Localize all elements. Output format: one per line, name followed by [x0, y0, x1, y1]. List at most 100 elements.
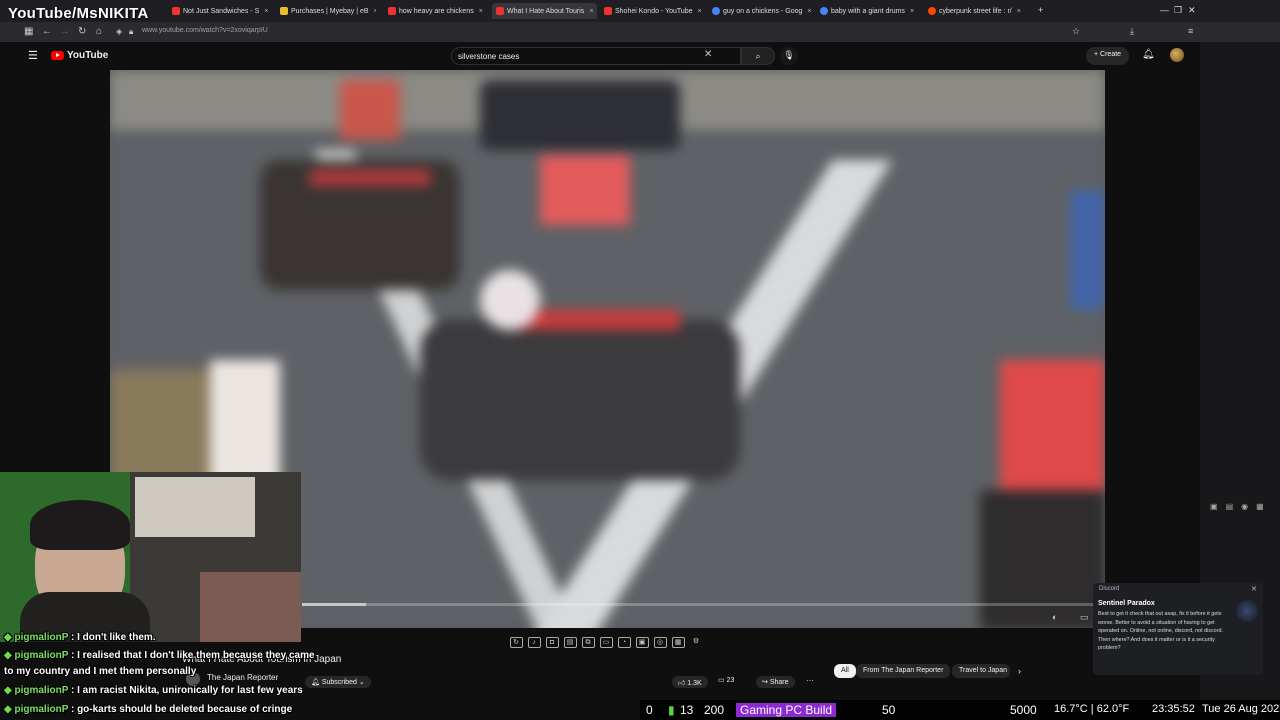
audio-icon[interactable]: ♪ — [527, 636, 541, 648]
chip-all[interactable]: All — [834, 664, 856, 678]
favicon-icon — [388, 7, 396, 15]
discord-notification[interactable]: Discord ✕ Sentinel Paradox Best to get i… — [1093, 583, 1263, 675]
chip-travel[interactable]: Travel to Japan — [952, 664, 1010, 678]
status-counter: 0 — [646, 703, 653, 717]
chat-text: to my country and I met them personally — [4, 666, 197, 677]
video-progress-bar[interactable] — [302, 603, 1105, 606]
stream-topic: Gaming PC Build — [736, 703, 837, 717]
chat-username: pigmalionP — [14, 632, 69, 643]
shield-icon[interactable]: ◈ — [116, 27, 122, 36]
tab-title: Shohei Kondo - YouTube — [615, 7, 693, 15]
new-tab-icon[interactable]: + — [1038, 5, 1043, 15]
discord-app-label: Discord — [1099, 586, 1120, 592]
close-icon[interactable]: ✕ — [1251, 585, 1257, 593]
clock-date: Tue 26 Aug 2025 — [1202, 703, 1280, 715]
close-tab-icon[interactable]: × — [264, 8, 268, 15]
browser-tab[interactable]: Purchases | Myebay | eB × — [276, 3, 376, 19]
share-button[interactable]: ↪ Share — [756, 676, 795, 688]
favicon-icon — [280, 7, 288, 15]
chat-text: I am racist Nikita, unironically for las… — [77, 685, 303, 696]
chat-username: pigmalionP — [14, 685, 69, 696]
status-counter: 200 — [704, 703, 725, 717]
autoplay-toggle-icon[interactable]: ◐ — [1052, 612, 1057, 622]
speed-icon[interactable]: ◔ — [617, 636, 631, 648]
browser-tab[interactable]: guy on a chickens - Goog × — [708, 3, 813, 19]
chat-message: ◆ pigmalionP : I don't like them. — [4, 632, 156, 643]
like-count: 1.3K — [687, 680, 702, 687]
theater-icon[interactable]: ▭ — [599, 636, 613, 648]
browser-tab[interactable]: how heavy are chickens × — [384, 3, 489, 19]
home-icon[interactable]: ⌂ — [96, 26, 102, 37]
youtube-logo[interactable]: YouTube — [51, 50, 108, 61]
close-tab-icon[interactable]: × — [479, 8, 483, 15]
maximize-icon[interactable]: ❐ — [1174, 5, 1182, 16]
favicon-icon — [604, 7, 612, 15]
reload-icon[interactable]: ↻ — [78, 26, 86, 37]
menu-icon[interactable]: ≡ — [1188, 26, 1193, 36]
voice-search-button[interactable]: 🎙︎ — [780, 47, 798, 65]
browser-tab[interactable]: Not Just Sandwiches - S × — [168, 3, 268, 19]
lock-icon[interactable]: 🔒︎ — [129, 27, 133, 37]
browser-tab[interactable]: Shohei Kondo - YouTube × — [600, 3, 705, 19]
screenshot-icon[interactable]: ◘ — [545, 636, 559, 648]
browser-tab[interactable]: baby with a giant drums × — [816, 3, 921, 19]
share-label: Share — [769, 679, 789, 686]
popout-icon[interactable]: ⧉ — [581, 636, 595, 648]
panel-tool-icon[interactable]: ▣ — [1210, 502, 1218, 514]
chat-badge-icon: ◆ — [4, 632, 15, 643]
chat-message: ◆ pigmalionP : go-karts should be delete… — [4, 704, 293, 715]
chat-text: go-karts should be deleted because of cr… — [77, 704, 293, 715]
search-button[interactable]: ⌕ — [741, 47, 775, 65]
like-button[interactable]: 👍︎ 1.3K — [672, 676, 708, 688]
close-tab-icon[interactable]: × — [910, 8, 914, 15]
tab-title: how heavy are chickens — [399, 7, 474, 15]
sidebar-toggle-icon[interactable]: ▦ — [24, 26, 33, 37]
more-actions-icon[interactable]: ··· — [806, 676, 814, 685]
back-icon[interactable]: ← — [42, 26, 52, 37]
chip-from-channel[interactable]: From The Japan Reporter — [856, 664, 951, 678]
close-window-icon[interactable]: ✕ — [1188, 5, 1196, 16]
chat-badge-icon: ◆ — [4, 685, 15, 696]
panel-tool-icon[interactable]: ▦ — [1256, 502, 1264, 514]
search-input[interactable]: silverstone cases — [451, 47, 741, 65]
panel-tool-icon[interactable]: ◉ — [1241, 502, 1248, 514]
chevron-right-icon[interactable]: › — [1018, 666, 1021, 676]
status-indicator-icon: ▮ — [668, 703, 675, 717]
minimize-icon[interactable]: — — [1160, 5, 1169, 15]
share-icon: ↪ — [762, 679, 770, 686]
clear-search-icon[interactable]: ✕ — [704, 49, 712, 60]
close-tab-icon[interactable]: × — [589, 8, 593, 15]
pip-icon[interactable]: ▣ — [635, 636, 649, 648]
discord-message: Best to get it check that out asap, fix … — [1098, 611, 1223, 652]
comments-button[interactable]: ▭ 23 — [718, 676, 734, 684]
camera-icon[interactable]: ◎ — [653, 636, 667, 648]
hamburger-menu-icon[interactable]: ☰ — [28, 49, 38, 62]
create-button[interactable]: + Create — [1086, 47, 1130, 65]
browser-tab[interactable]: cyberpunk street life : r/ × — [924, 3, 1029, 19]
loop-icon[interactable]: ↻ — [509, 636, 523, 648]
url-field[interactable]: www.youtube.com/watch?v=2xoviqarpIU — [142, 27, 268, 34]
grid-icon[interactable]: ▦ — [671, 636, 685, 648]
browser-tab-active[interactable]: What I Hate About Touris × — [492, 3, 597, 19]
download-icon[interactable]: ⤓ — [1130, 26, 1134, 37]
close-tab-icon[interactable]: × — [1017, 8, 1021, 15]
panel-tool-icon[interactable]: ▤ — [1226, 502, 1234, 514]
subtitles-icon[interactable]: ▭ — [1080, 612, 1089, 623]
bookmark-star-icon[interactable]: ☆ — [1072, 26, 1080, 37]
close-tab-icon[interactable]: × — [374, 8, 376, 15]
favicon-icon — [820, 7, 828, 15]
subscribe-button[interactable]: 🔔︎ Subscribed ⌄ — [305, 676, 371, 688]
close-tab-icon[interactable]: × — [807, 8, 811, 15]
clip-icon[interactable]: ▤ — [563, 636, 577, 648]
settings-gear-icon[interactable]: ⚙ — [690, 637, 703, 648]
chat-message: ◆ pigmalionP : I realised that I don't l… — [4, 650, 315, 661]
avatar[interactable] — [1170, 48, 1184, 62]
chat-username: pigmalionP — [14, 704, 69, 715]
youtube-header: ☰ YouTube silverstone cases ✕ ⌕ 🎙︎ + Cre… — [16, 42, 1200, 70]
chat-text: I don't like them. — [77, 632, 156, 643]
close-tab-icon[interactable]: × — [698, 8, 702, 15]
favicon-icon — [172, 7, 180, 15]
notifications-bell-icon[interactable]: 🔔︎ — [1142, 49, 1155, 60]
channel-name[interactable]: The Japan Reporter — [207, 673, 278, 682]
forward-icon[interactable]: → — [60, 26, 70, 37]
